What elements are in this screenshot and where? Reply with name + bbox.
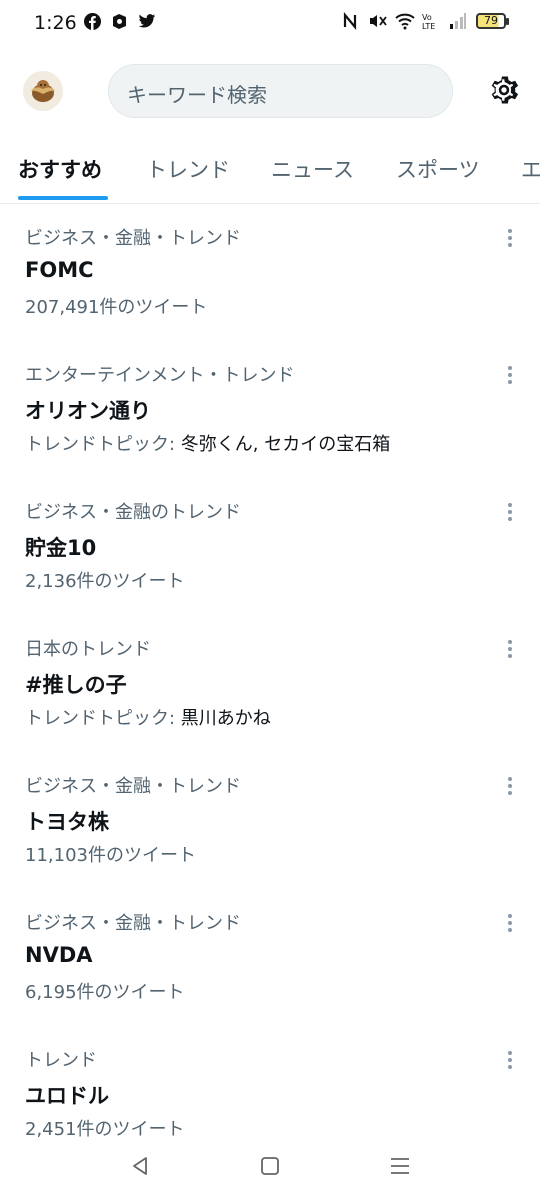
search-placeholder: キーワード検索 — [127, 83, 267, 107]
more-options-icon[interactable] — [500, 775, 520, 797]
trend-category: ビジネス・金融・トレンド — [25, 228, 241, 249]
app-header: キーワード検索 — [0, 62, 540, 118]
trend-item[interactable]: 日本のトレンド #推しの子 トレンドトピック: 黒川あかね — [0, 616, 540, 753]
trend-name: #推しの子 — [25, 673, 127, 697]
mute-icon — [368, 12, 387, 30]
trend-tweet-count: 2,451件のツイート — [25, 1119, 185, 1140]
active-tab-indicator — [18, 196, 108, 200]
trend-item[interactable]: エンターテインメント・トレンド オリオン通り トレンドトピック: 冬弥くん, セ… — [0, 342, 540, 479]
system-icons: Vo LTE 79 — [341, 11, 509, 31]
trend-topics-label: トレンドトピック: — [25, 708, 181, 729]
twitter-icon — [138, 13, 156, 30]
trend-name: ユロドル — [25, 1084, 109, 1108]
status-time: 1:26 — [34, 12, 77, 34]
trend-name: トヨタ株 — [25, 810, 109, 834]
trend-category: ビジネス・金融・トレンド — [25, 776, 241, 797]
tab-trending[interactable]: トレンド — [146, 154, 230, 184]
more-options-icon[interactable] — [500, 501, 520, 523]
trend-topics-label: トレンドトピック: — [25, 434, 181, 455]
trends-list: ビジネス・金融・トレンド FOMC 207,491件のツイート エンターテインメ… — [0, 205, 540, 1164]
trend-name: FOMC — [25, 258, 94, 282]
status-bar: 1:26 Vo LTE 79 — [0, 0, 540, 46]
trend-category: 日本のトレンド — [25, 639, 151, 660]
more-options-icon[interactable] — [500, 912, 520, 934]
trend-category: ビジネス・金融・トレンド — [25, 913, 241, 934]
back-icon[interactable] — [128, 1154, 152, 1178]
notification-icons — [84, 13, 156, 30]
trend-name: 貯金10 — [25, 536, 97, 560]
trend-category: エンターテインメント・トレンド — [25, 365, 295, 386]
tab-entertainment[interactable]: エ — [521, 154, 540, 184]
trend-topics-values: 冬弥くん, セカイの宝石箱 — [180, 434, 391, 455]
tab-for-you[interactable]: おすすめ — [18, 154, 102, 184]
avatar[interactable] — [23, 71, 63, 111]
trend-item[interactable]: ビジネス・金融・トレンド トヨタ株 11,103件のツイート — [0, 753, 540, 890]
trend-tweet-count: 11,103件のツイート — [25, 845, 196, 866]
trend-topics-values: 黒川あかね — [180, 708, 271, 729]
trend-category: トレンド — [25, 1050, 97, 1071]
trend-tweet-count: 207,491件のツイート — [25, 297, 208, 318]
recent-apps-icon[interactable] — [388, 1154, 412, 1178]
trend-name: NVDA — [25, 943, 93, 967]
app-notification-icon — [111, 13, 128, 30]
trend-name: オリオン通り — [25, 399, 151, 423]
svg-text:Vo: Vo — [422, 13, 432, 22]
tab-news[interactable]: ニュース — [271, 154, 354, 184]
trend-category: ビジネス・金融のトレンド — [25, 502, 241, 523]
tab-sports[interactable]: スポーツ — [396, 154, 480, 184]
more-options-icon[interactable] — [500, 638, 520, 660]
explore-tabs: おすすめ トレンド ニュース スポーツ エ — [0, 140, 540, 204]
battery-indicator: 79 — [476, 13, 509, 29]
search-input[interactable]: キーワード検索 — [108, 64, 453, 118]
trend-topics: トレンドトピック: 冬弥くん, セカイの宝石箱 — [25, 430, 390, 456]
trend-tweet-count: 6,195件のツイート — [25, 982, 185, 1003]
nfc-icon — [341, 11, 359, 31]
more-options-icon[interactable] — [500, 1049, 520, 1071]
trend-item[interactable]: ビジネス・金融・トレンド NVDA 6,195件のツイート — [0, 890, 540, 1027]
home-icon[interactable] — [258, 1154, 282, 1178]
signal-icon — [449, 12, 467, 30]
more-options-icon[interactable] — [500, 227, 520, 249]
trend-tweet-count: 2,136件のツイート — [25, 571, 185, 592]
facebook-icon — [84, 13, 101, 30]
trend-item[interactable]: ビジネス・金融・トレンド FOMC 207,491件のツイート — [0, 205, 540, 342]
settings-gear-icon[interactable] — [486, 72, 522, 108]
svg-text:LTE: LTE — [422, 22, 435, 30]
trend-item[interactable]: ビジネス・金融のトレンド 貯金10 2,136件のツイート — [0, 479, 540, 616]
more-options-icon[interactable] — [500, 364, 520, 386]
volte-icon: Vo LTE — [422, 12, 440, 31]
trend-topics: トレンドトピック: 黒川あかね — [25, 704, 271, 730]
wifi-icon — [395, 12, 415, 30]
system-nav-bar — [0, 1140, 540, 1199]
